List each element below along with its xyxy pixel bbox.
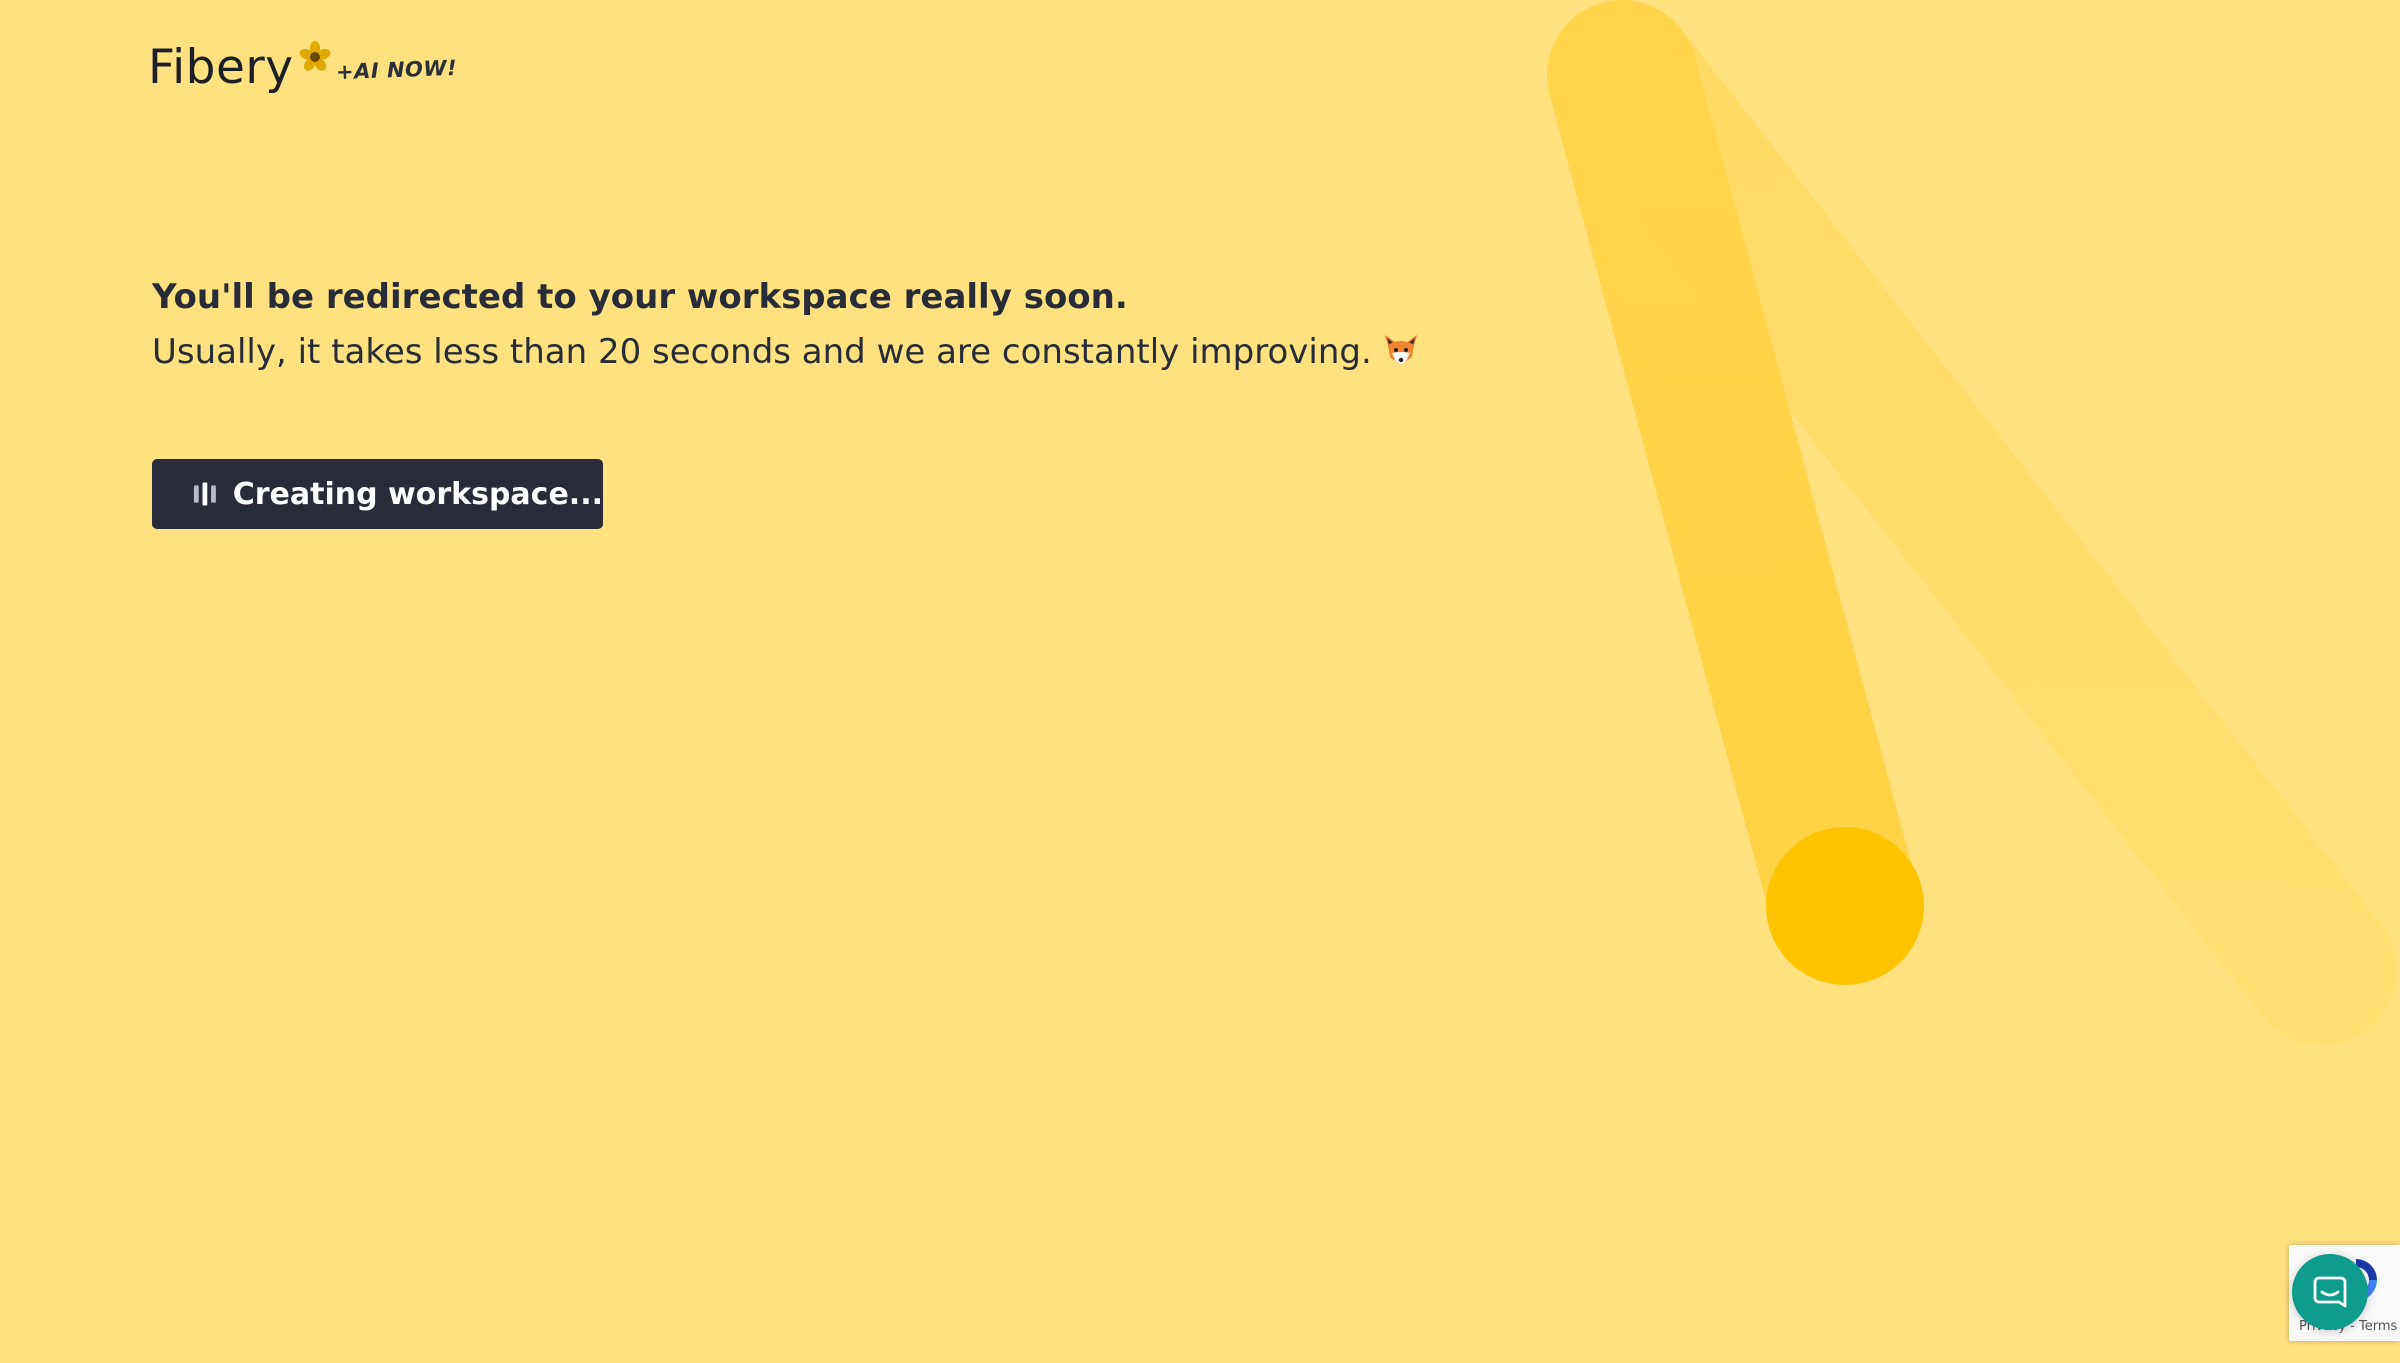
decor-stroke-long (1547, 0, 2397, 1045)
fox-icon (1384, 335, 1417, 364)
chat-bubble-icon (2313, 1276, 2347, 1308)
loading-bars-icon (193, 482, 216, 506)
creating-workspace-button[interactable]: Creating workspace... (152, 459, 603, 529)
decor-stroke-short (1547, 0, 1920, 981)
logo-ai-tagline: +AI NOW! (335, 55, 458, 85)
decor-dot (1766, 827, 1924, 985)
flower-icon (299, 41, 331, 71)
redirect-subline: Usually, it takes less than 20 seconds a… (152, 327, 1420, 377)
redirect-subline-text: Usually, it takes less than 20 seconds a… (152, 332, 1372, 372)
background-decoration (1547, 0, 2397, 1045)
creating-workspace-label: Creating workspace... (232, 476, 603, 512)
logo-wordmark: Fibery (148, 40, 294, 95)
redirect-headline: You'll be redirected to your workspace r… (152, 277, 1128, 317)
chat-launcher-button[interactable] (2292, 1254, 2368, 1330)
